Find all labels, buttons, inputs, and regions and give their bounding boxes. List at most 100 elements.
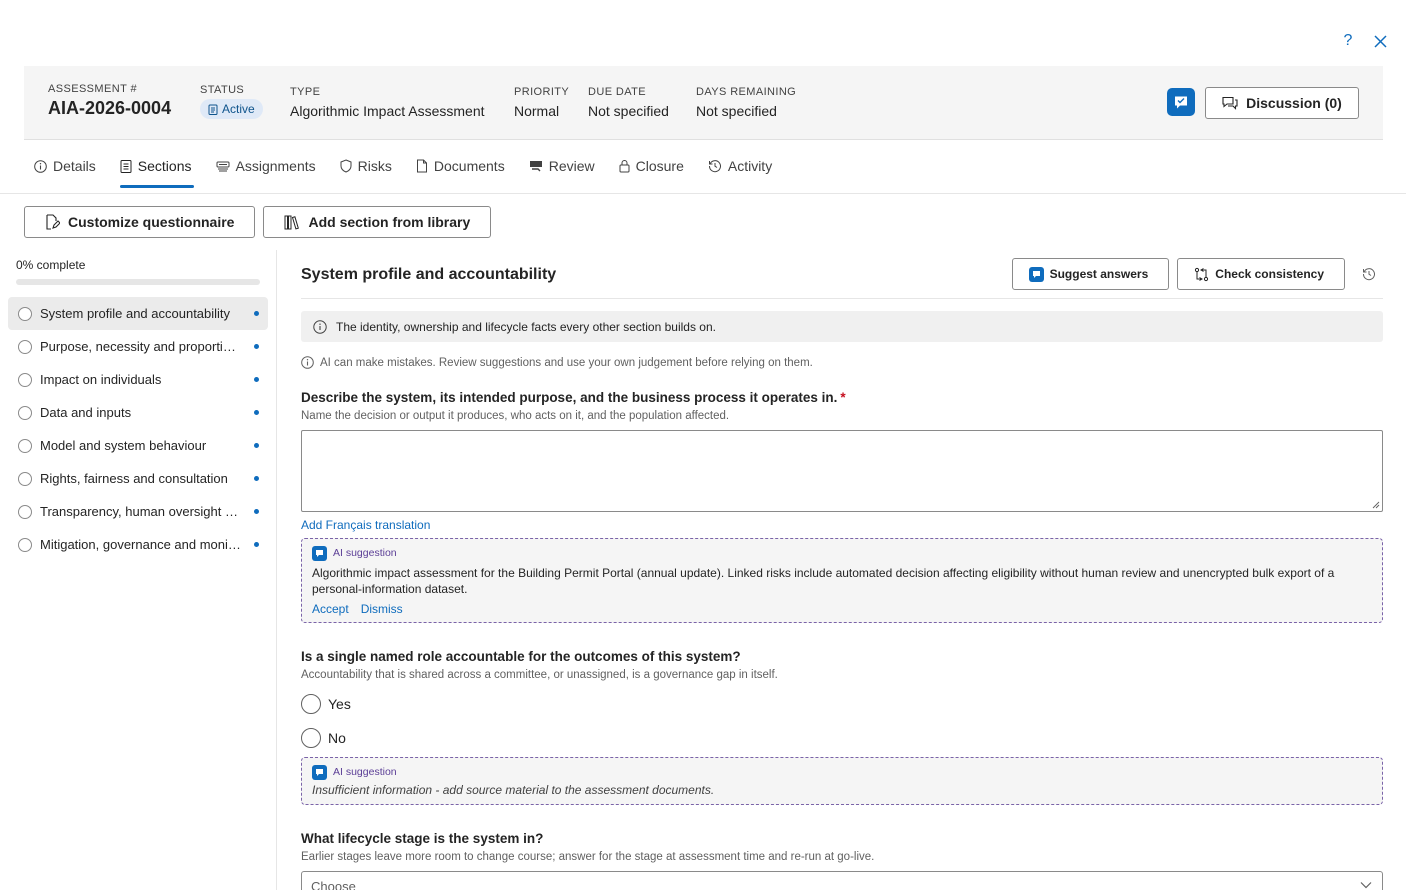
section-status-circle bbox=[18, 438, 32, 453]
tab-label: Sections bbox=[137, 158, 192, 174]
section-content: System profile and accountability Sugges… bbox=[301, 250, 1383, 890]
review-icon bbox=[529, 161, 542, 172]
suggest-answers-button[interactable]: Suggest answers bbox=[1011, 258, 1170, 290]
tab-activity[interactable]: Activity bbox=[698, 144, 786, 188]
radio-circle bbox=[301, 694, 321, 714]
add-section-from-library-button[interactable]: Add section from library bbox=[263, 206, 492, 238]
dismiss-suggestion-link[interactable]: Dismiss bbox=[361, 602, 403, 616]
section-nav-label: Rights, fairness and consultation bbox=[40, 471, 228, 486]
due-date-label: DUE DATE bbox=[588, 86, 647, 98]
section-nav-item[interactable]: Impact on individuals bbox=[8, 363, 268, 396]
ai-suggestion-actions: Accept Dismiss bbox=[312, 602, 1372, 616]
accept-suggestion-link[interactable]: Accept bbox=[312, 602, 349, 616]
help-icon[interactable]: ? bbox=[1340, 32, 1356, 50]
customize-questionnaire-button[interactable]: Customize questionnaire bbox=[24, 206, 256, 238]
discussion-label: Discussion (0) bbox=[1246, 95, 1342, 111]
question-1-text: Describe the system, its intended purpos… bbox=[301, 390, 838, 405]
section-nav-label: System profile and accountability bbox=[40, 306, 231, 321]
section-nav-item[interactable]: Data and inputs bbox=[8, 396, 268, 429]
unsaved-dot bbox=[254, 410, 259, 415]
ai-suggestion-header: AI suggestion bbox=[312, 764, 1372, 780]
question-1-title: Describe the system, its intended purpos… bbox=[301, 390, 846, 405]
section-nav-item[interactable]: Mitigation, governance and monitoring bbox=[8, 528, 268, 561]
tab-label: Risks bbox=[357, 158, 392, 174]
section-nav-list: System profile and accountability Purpos… bbox=[8, 297, 268, 561]
section-actions: Suggest answers Check consistency bbox=[1011, 258, 1383, 290]
edit-document-icon bbox=[46, 214, 60, 230]
copilot-chat-icon bbox=[1175, 96, 1187, 109]
customize-questionnaire-label: Customize questionnaire bbox=[68, 214, 235, 230]
copilot-button[interactable] bbox=[1167, 88, 1195, 116]
info-icon bbox=[313, 319, 327, 334]
info-icon bbox=[301, 356, 314, 369]
tabs-divider bbox=[0, 193, 1406, 194]
question-1-ai-suggestion: AI suggestion Algorithmic impact assessm… bbox=[301, 538, 1383, 623]
history-icon bbox=[708, 160, 721, 173]
ai-suggestion-label: AI suggestion bbox=[333, 547, 397, 559]
section-status-circle bbox=[18, 306, 32, 321]
tab-label: Assignments bbox=[235, 158, 316, 174]
resize-handle-icon[interactable] bbox=[1372, 501, 1380, 509]
section-nav-item[interactable]: Transparency, human oversight and explai… bbox=[8, 495, 268, 528]
tab-label: Documents bbox=[433, 158, 505, 174]
compare-icon bbox=[1195, 267, 1209, 281]
discussion-icon bbox=[1222, 96, 1238, 110]
window-controls: ? bbox=[1340, 32, 1388, 50]
days-remaining-value: Not specified bbox=[696, 103, 777, 119]
days-remaining-field: DAYS REMAINING Not specified bbox=[696, 86, 796, 119]
library-icon bbox=[284, 215, 300, 230]
progress-label: 0% complete bbox=[16, 258, 86, 272]
questionnaire-toolbar: Customize questionnaire Add section from… bbox=[24, 206, 492, 238]
question-1-textarea[interactable] bbox=[301, 430, 1383, 512]
tab-assignments[interactable]: Assignments bbox=[206, 144, 330, 188]
status-label: STATUS bbox=[200, 84, 245, 96]
copilot-icon bbox=[312, 545, 327, 561]
tab-documents[interactable]: Documents bbox=[406, 144, 519, 188]
tab-label: Review bbox=[548, 158, 595, 174]
people-icon bbox=[216, 161, 229, 172]
section-nav-item[interactable]: Purpose, necessity and proportionality bbox=[8, 330, 268, 363]
question-2-help: Accountability that is shared across a c… bbox=[301, 669, 778, 681]
status-field: STATUS Active bbox=[200, 84, 263, 119]
close-icon[interactable] bbox=[1372, 32, 1388, 50]
unsaved-dot bbox=[254, 311, 259, 316]
section-info-text: The identity, ownership and lifecycle fa… bbox=[336, 319, 716, 334]
section-status-circle bbox=[18, 471, 32, 486]
check-consistency-button[interactable]: Check consistency bbox=[1177, 258, 1345, 290]
section-status-circle bbox=[18, 372, 32, 387]
lock-icon bbox=[619, 160, 630, 173]
suggest-answers-label: Suggest answers bbox=[1049, 267, 1149, 281]
tab-closure[interactable]: Closure bbox=[609, 144, 698, 188]
ai-disclaimer: AI can make mistakes. Review suggestions… bbox=[301, 356, 813, 369]
required-marker: * bbox=[840, 390, 846, 405]
info-icon bbox=[34, 159, 47, 173]
radio-option-yes[interactable]: Yes bbox=[301, 694, 351, 714]
unsaved-dot bbox=[254, 509, 259, 514]
section-nav-label: Mitigation, governance and monitoring bbox=[40, 537, 242, 552]
type-value: Algorithmic Impact Assessment bbox=[290, 103, 485, 119]
section-history-icon[interactable] bbox=[1355, 260, 1383, 288]
due-date-value: Not specified bbox=[588, 103, 669, 119]
assessment-number-field: ASSESSMENT # AIA-2026-0004 bbox=[48, 83, 171, 119]
section-nav-item[interactable]: Model and system behaviour bbox=[8, 429, 268, 462]
discussion-button[interactable]: Discussion (0) bbox=[1205, 87, 1359, 119]
section-nav-item[interactable]: System profile and accountability bbox=[8, 297, 268, 330]
priority-label: PRIORITY bbox=[514, 86, 570, 98]
ai-suggestion-header: AI suggestion bbox=[312, 545, 1372, 561]
section-info-bar: The identity, ownership and lifecycle fa… bbox=[301, 311, 1383, 342]
tab-sections[interactable]: Sections bbox=[110, 144, 206, 188]
section-title: System profile and accountability bbox=[301, 266, 557, 283]
lifecycle-stage-select[interactable]: Choose bbox=[301, 871, 1383, 890]
assessment-number-value: AIA-2026-0004 bbox=[48, 98, 172, 118]
document-icon bbox=[416, 159, 427, 173]
tab-label: Closure bbox=[635, 158, 684, 174]
section-nav-label: Data and inputs bbox=[40, 405, 132, 420]
tab-details[interactable]: Details bbox=[24, 144, 110, 188]
section-nav-item[interactable]: Rights, fairness and consultation bbox=[8, 462, 268, 495]
radio-option-no[interactable]: No bbox=[301, 728, 346, 748]
tab-risks[interactable]: Risks bbox=[330, 144, 406, 188]
copilot-icon bbox=[1028, 266, 1044, 282]
tab-review[interactable]: Review bbox=[519, 144, 609, 188]
add-translation-link[interactable]: Add Français translation bbox=[301, 518, 430, 532]
type-label: TYPE bbox=[290, 86, 321, 98]
